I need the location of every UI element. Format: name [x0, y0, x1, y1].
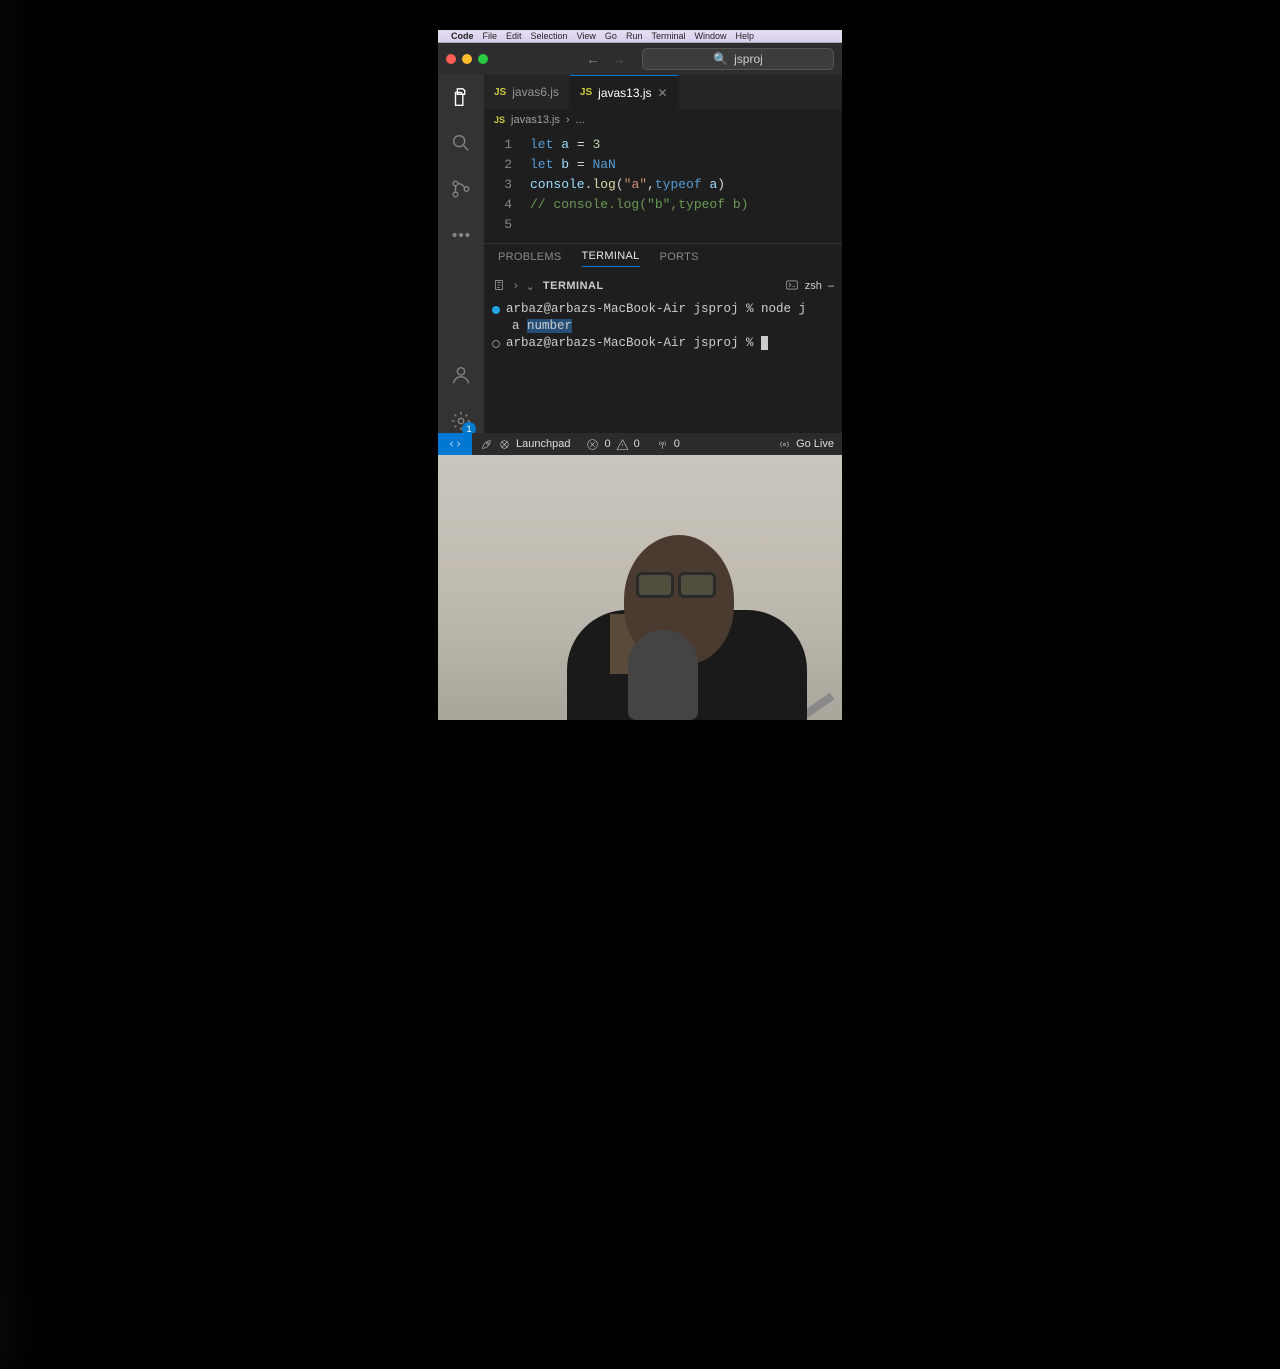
close-tab-icon[interactable]: ✕ [658, 86, 668, 100]
rocket-icon [480, 438, 493, 451]
mac-menu-view[interactable]: View [577, 31, 596, 41]
minimize-window-icon[interactable] [462, 54, 472, 64]
mac-menu-help[interactable]: Help [735, 31, 754, 41]
account-icon[interactable] [449, 363, 473, 387]
settings-gear-icon[interactable]: 1 [449, 409, 473, 433]
command-center-search[interactable]: 🔍 jsproj [642, 48, 834, 70]
notebook-icon[interactable] [492, 278, 506, 295]
tab-ports[interactable]: PORTS [660, 251, 699, 267]
remote-indicator[interactable] [438, 433, 472, 455]
mac-menu-window[interactable]: Window [694, 31, 726, 41]
terminal-header: › ⌄ TERMINAL zsh – [484, 273, 842, 299]
mac-menu-go[interactable]: Go [605, 31, 617, 41]
status-ports[interactable]: 0 [648, 438, 688, 451]
nav-back-icon[interactable]: ← [586, 51, 600, 67]
error-count: 0 [604, 438, 610, 450]
close-window-icon[interactable] [446, 54, 456, 64]
antenna-icon [656, 438, 669, 451]
more-icon[interactable] [449, 223, 473, 247]
panel-tabs: PROBLEMS TERMINAL PORTS [484, 243, 842, 273]
status-bar: Launchpad 0 0 0 Go Live [438, 433, 842, 455]
tab-label: javas6.js [512, 85, 559, 99]
breadcrumb[interactable]: JS javas13.js › ... [484, 109, 842, 131]
explorer-icon[interactable] [449, 85, 473, 109]
breadcrumb-sep: › [566, 114, 570, 126]
broadcast-icon [778, 438, 791, 451]
launchpad-label: Launchpad [516, 438, 570, 450]
debug-icon [498, 438, 511, 451]
activity-bar: 1 [438, 75, 484, 433]
editor-tabs: JS javas6.js JS javas13.js ✕ [484, 75, 842, 109]
tab-javas6[interactable]: JS javas6.js [484, 75, 570, 109]
search-text: jsproj [734, 52, 763, 66]
source-control-icon[interactable] [449, 177, 473, 201]
mac-menu-edit[interactable]: Edit [506, 31, 522, 41]
mac-menubar[interactable]: Code File Edit Selection View Go Run Ter… [438, 30, 842, 43]
zoom-window-icon[interactable] [478, 54, 488, 64]
chevron-right-icon[interactable]: › [514, 280, 518, 292]
breadcrumb-rest: ... [576, 114, 585, 126]
mac-menu-app[interactable]: Code [451, 31, 474, 41]
tab-terminal[interactable]: TERMINAL [582, 250, 640, 267]
chevron-down-icon[interactable]: ⌄ [526, 280, 535, 293]
tab-javas13[interactable]: JS javas13.js ✕ [570, 75, 679, 109]
code-editor[interactable]: 1let a = 32let b = NaN3console.log("a",t… [484, 131, 842, 243]
titlebar: ← → 🔍 jsproj [438, 43, 842, 75]
js-file-icon: JS [494, 87, 506, 98]
video-black-bar [438, 0, 842, 30]
window-traffic-lights [446, 54, 488, 64]
search-icon: 🔍 [713, 52, 728, 66]
breadcrumb-file: javas13.js [511, 114, 560, 126]
search-sidebar-icon[interactable] [449, 131, 473, 155]
mac-menu-run[interactable]: Run [626, 31, 643, 41]
ports-count: 0 [674, 438, 680, 450]
status-problems[interactable]: 0 0 [578, 438, 647, 451]
terminal-title: TERMINAL [543, 280, 604, 292]
error-icon [586, 438, 599, 451]
mac-menu-terminal[interactable]: Terminal [651, 31, 685, 41]
shell-icon[interactable] [785, 278, 799, 295]
js-file-icon: JS [580, 87, 592, 98]
status-golive[interactable]: Go Live [770, 438, 842, 451]
warning-icon [616, 438, 629, 451]
webcam-feed [438, 455, 842, 720]
nav-forward-icon[interactable]: → [612, 51, 626, 67]
tab-problems[interactable]: PROBLEMS [498, 251, 562, 267]
terminal-dash: – [828, 280, 834, 292]
tab-label: javas13.js [598, 86, 651, 100]
js-file-icon: JS [494, 115, 505, 125]
settings-badge: 1 [462, 422, 476, 433]
status-launchpad[interactable]: Launchpad [472, 438, 578, 451]
shell-name[interactable]: zsh [805, 280, 822, 292]
golive-label: Go Live [796, 438, 834, 450]
mac-menu-selection[interactable]: Selection [531, 31, 568, 41]
warning-count: 0 [634, 438, 640, 450]
terminal-body[interactable]: arbaz@arbazs-MacBook-Air jsproj % node j… [484, 299, 842, 433]
mac-menu-file[interactable]: File [483, 31, 498, 41]
